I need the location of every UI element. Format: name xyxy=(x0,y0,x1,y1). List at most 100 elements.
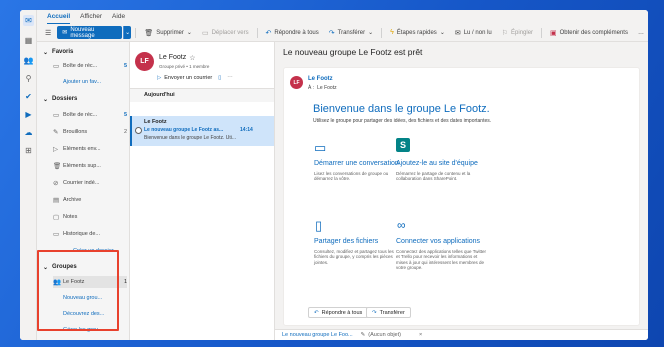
feature-sharepoint: Ajoutez-le au site d'équipe Démarrez le … xyxy=(396,160,478,181)
message-preview: Bienvenue dans le groupe Le Footz. Uti..… xyxy=(144,135,237,141)
history-icon: ▭ xyxy=(53,231,60,238)
discover-groups-link[interactable]: Découvrez des... xyxy=(53,308,127,320)
folder-pane: ⌄ Favoris ▭ Boîte de réc... 5 Ajouter un fa… xyxy=(37,42,130,340)
chevron-down-icon: ⌄ xyxy=(43,264,49,271)
tab-accueil[interactable]: Accueil xyxy=(47,10,71,24)
folder-notes[interactable]: ▢ Notes xyxy=(53,211,127,223)
people-icon[interactable]: 👥 xyxy=(23,55,34,66)
ribbon-divider xyxy=(256,27,258,38)
message-card: LF Le Footz À : Le Footz Bienvenue dans l… xyxy=(283,67,640,326)
new-message-button[interactable]: ✉ Nouveau message xyxy=(57,26,122,39)
welcome-subtitle: Utilisez le groupe pour partager des idé… xyxy=(313,118,492,124)
groups-header[interactable]: ⌄ Groupes xyxy=(43,262,77,272)
group-meta: Groupe privé • 1 membre xyxy=(159,64,210,69)
chevron-down-icon: ⌄ xyxy=(368,30,374,36)
read-unread-button[interactable]: ✉ Lu / non lu xyxy=(451,26,496,39)
message-list: LF Le Footz ☆ Groupe privé • 1 membre ▷ En… xyxy=(130,42,275,340)
recipient-name[interactable]: Le Footz xyxy=(317,85,336,91)
message-sender: Le Footz xyxy=(144,119,167,125)
group-name-row: Le Footz ☆ xyxy=(159,54,196,62)
star-icon[interactable]: ☆ xyxy=(189,54,195,62)
app-rail: ✉ ▦ 👥 ⚲ ✔ ▶ ☁ ⊞ xyxy=(20,10,37,340)
reading-pane: Le nouveau groupe Le Footz est prêt LF L… xyxy=(275,42,648,340)
todo-icon[interactable]: ✔ xyxy=(23,91,34,102)
new-message-dropdown[interactable]: ⌄ xyxy=(122,26,132,39)
date-section-header: Aujourd'hui xyxy=(130,89,274,102)
trash-icon: 🗑 xyxy=(144,29,154,37)
tab-aide[interactable]: Aide xyxy=(112,10,125,24)
drafts-icon: ✎ xyxy=(53,129,59,136)
pencil-icon: ✎ xyxy=(360,332,366,338)
get-addins-button[interactable]: ▣ Obtenir des compléments xyxy=(546,26,632,39)
send-icon: ▷ xyxy=(157,75,162,81)
reading-subject: Le nouveau groupe Le Footz est prêt xyxy=(283,47,423,57)
conversation-icon: ▭ xyxy=(314,140,327,155)
tab-afficher[interactable]: Afficher xyxy=(80,10,102,24)
reply-all-button[interactable]: ↶ Répondre à tous xyxy=(262,26,323,39)
group-name[interactable]: Le Footz xyxy=(159,54,186,62)
sender-avatar: LF xyxy=(290,76,303,89)
chevron-down-icon: ⌄ xyxy=(43,96,49,103)
hamburger-icon[interactable]: ☰ xyxy=(41,26,55,39)
bottom-tab-message[interactable]: Le nouveau groupe Le Foo... xyxy=(282,332,353,338)
apps-icon[interactable]: ⊞ xyxy=(23,145,34,156)
forward-button[interactable]: ↷ Transférer ⌄ xyxy=(325,26,377,39)
manage-groups-link[interactable]: Gérer les grou... xyxy=(53,324,127,336)
message-item[interactable]: Le Footz Le nouveau groupe Le Footz as..… xyxy=(130,116,274,146)
more-icon[interactable]: ⋯ xyxy=(227,75,233,81)
favorites-header[interactable]: ⌄ Favoris xyxy=(43,47,73,57)
sharepoint-icon: S xyxy=(396,138,410,152)
outlook-window: ✉ ▦ 👥 ⚲ ✔ ▶ ☁ ⊞ Accueil Afficher Aide ☰ … xyxy=(20,10,648,340)
folders-header[interactable]: ⌄ Dossiers xyxy=(43,94,77,104)
folder-deleted[interactable]: 🗑 Éléments sup... xyxy=(53,160,127,172)
folder-move-icon: ▭ xyxy=(201,29,209,37)
notes-icon: ▢ xyxy=(53,214,60,221)
file-icon[interactable]: ▯ xyxy=(218,75,221,81)
group-le-footz[interactable]: 👥 Le Footz 1 xyxy=(53,276,127,288)
folder-archive[interactable]: ▤ Archive xyxy=(53,194,127,206)
file-icon: ▯ xyxy=(315,218,323,233)
forward-button[interactable]: ↷ Transférer xyxy=(366,307,411,318)
favorite-inbox[interactable]: ▭ Boîte de réc... 5 xyxy=(53,60,127,72)
inbox-icon: ▭ xyxy=(53,63,60,70)
teams-icon[interactable]: ▶ xyxy=(23,109,34,120)
folder-history[interactable]: ▭ Historique de... xyxy=(53,228,127,240)
feature-apps: Connecter vos applications Connectez des… xyxy=(396,238,486,270)
reply-all-icon: ↶ xyxy=(265,29,272,37)
mail-icon[interactable]: ✉ xyxy=(23,15,34,26)
reply-all-button[interactable]: ↶ Répondre à tous xyxy=(308,307,369,318)
pin-button[interactable]: ⚐ Épingler xyxy=(498,26,537,39)
reply-all-icon: ↶ xyxy=(314,309,319,316)
ribbon-toolbar: ☰ ✉ Nouveau message ⌄ 🗑 Supprimer ⌄ ▭ Déplac… xyxy=(37,24,648,42)
close-icon[interactable]: × xyxy=(419,332,422,338)
group-icon: 👥 xyxy=(53,279,62,286)
onedrive-icon[interactable]: ☁ xyxy=(23,127,34,138)
create-folder-link[interactable]: Créer un dossier xyxy=(53,245,127,257)
folder-junk[interactable]: ⊘ Courrier indé... xyxy=(53,177,127,189)
bottom-tab-draft[interactable]: ✎ (Aucun objet) xyxy=(361,332,401,338)
more-options-button[interactable]: … xyxy=(634,26,648,39)
attach-icon[interactable]: ⚲ xyxy=(23,73,34,84)
sender-name[interactable]: Le Footz xyxy=(308,76,333,82)
folder-inbox[interactable]: ▭ Boîte de réc... 5 xyxy=(53,109,127,121)
link-icon: ∞ xyxy=(397,218,406,232)
sent-icon: ▷ xyxy=(53,146,58,153)
ribbon-tabs: Accueil Afficher Aide xyxy=(37,10,648,24)
junk-icon: ⊘ xyxy=(53,180,59,187)
delete-button[interactable]: 🗑 Supprimer ⌄ xyxy=(140,26,196,39)
folder-sent[interactable]: ▷ Éléments env... xyxy=(53,143,127,155)
bottom-tab-bar: Le nouveau groupe Le Foo... ✎ (Aucun obje… xyxy=(275,329,648,340)
quick-steps-button[interactable]: ϟ Étapes rapides ⌄ xyxy=(386,26,449,39)
send-email-button[interactable]: ▷ Envoyer un courrier ▯ ⋯ xyxy=(157,73,233,83)
folder-drafts[interactable]: ✎ Brouillons 2 xyxy=(53,126,127,138)
chevron-down-icon: ⌄ xyxy=(43,49,49,56)
calendar-icon[interactable]: ▦ xyxy=(23,35,34,46)
move-button[interactable]: ▭ Déplacer vers xyxy=(198,26,253,39)
select-checkbox[interactable] xyxy=(135,127,142,134)
add-favorite-link[interactable]: Ajouter un fav... xyxy=(53,76,127,88)
trash-icon: 🗑 xyxy=(53,163,62,170)
new-group-link[interactable]: Nouveau grou... xyxy=(53,292,127,304)
ribbon-divider xyxy=(381,27,383,38)
group-avatar: LF xyxy=(135,52,154,71)
chevron-down-icon: ⌄ xyxy=(439,30,445,36)
